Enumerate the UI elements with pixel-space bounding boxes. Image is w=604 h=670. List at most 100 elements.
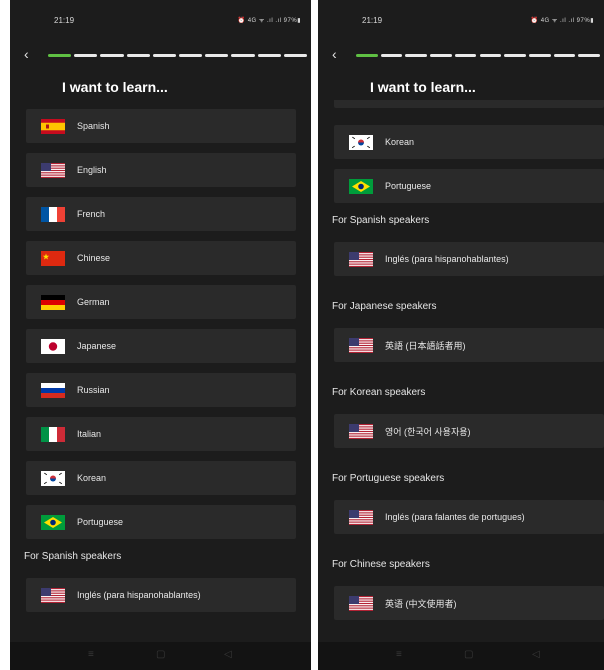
language-label: 英语 (中文使用者) — [385, 598, 457, 609]
usa-flag-icon — [349, 251, 373, 267]
section-header: For Chinese speakers — [332, 559, 430, 570]
status-icons: ⏰ 4G ᯤ .ıl .ıl 97%▮ — [530, 18, 594, 24]
language-option-france[interactable]: French — [26, 197, 296, 231]
language-label: Korean — [385, 137, 415, 147]
language-option-russia[interactable]: Russian — [26, 373, 296, 407]
status-time: 21:19 — [362, 16, 383, 25]
page-title: I want to learn... — [62, 79, 168, 95]
page-title: I want to learn... — [370, 79, 476, 95]
progress-segment — [74, 54, 98, 57]
usa-flag-icon — [349, 337, 373, 353]
section-header: For Spanish speakers — [24, 551, 122, 562]
language-option-usa[interactable]: Inglés (para hispanohablantes) — [334, 242, 604, 276]
progress-segment — [380, 54, 403, 57]
language-option-usa[interactable]: Inglés (para falantes de portugues) — [334, 500, 604, 534]
usa-flag-icon — [349, 509, 373, 525]
language-label: Inglés (para hispanohablantes) — [77, 590, 201, 600]
progress-segment — [479, 54, 502, 57]
progress-segment — [283, 54, 307, 57]
language-label: 英語 (日本語話者用) — [385, 340, 466, 351]
language-option-japan[interactable]: Japanese — [26, 329, 296, 363]
language-option-brazil[interactable]: Portuguese — [26, 505, 296, 539]
language-label: Portuguese — [77, 517, 124, 527]
progress-bar: ‹ — [318, 47, 604, 62]
progress-segment — [257, 54, 281, 57]
language-label: Italian — [77, 429, 102, 439]
back-nav-icon[interactable]: ◁ — [224, 649, 232, 660]
section-header: For Japanese speakers — [332, 301, 437, 312]
language-option-brazil[interactable]: Portuguese — [334, 169, 604, 203]
brazil-flag-icon — [349, 178, 373, 194]
language-label: Russian — [77, 385, 110, 395]
language-option-usa[interactable]: 영어 (한국어 사용자용) — [334, 414, 604, 448]
language-option-usa[interactable]: 英语 (中文使用者) — [334, 586, 604, 620]
system-nav-bar: ≡ ▢ ◁ — [10, 642, 311, 670]
back-arrow-icon[interactable]: ‹ — [332, 47, 337, 61]
language-option-spain[interactable]: Spanish — [26, 109, 296, 143]
language-label: 영어 (한국어 사용자용) — [385, 426, 471, 437]
language-label: English — [77, 165, 107, 175]
language-label: German — [77, 297, 110, 307]
language-option-korea[interactable]: Korean — [26, 461, 296, 495]
home-nav-icon[interactable]: ▢ — [464, 649, 473, 660]
italy-flag-icon — [41, 426, 65, 442]
france-flag-icon — [41, 206, 65, 222]
language-option-china[interactable]: Chinese — [26, 241, 296, 275]
usa-flag-icon — [349, 595, 373, 611]
language-option-usa[interactable]: 英語 (日本語話者用) — [334, 328, 604, 362]
progress-segment — [179, 54, 203, 57]
progress-segment — [504, 54, 526, 57]
progress-segment — [553, 54, 576, 57]
language-label: Portuguese — [385, 181, 432, 191]
progress-segment — [205, 54, 229, 57]
section-header: For Korean speakers — [332, 387, 426, 398]
menu-nav-icon[interactable]: ≡ — [396, 649, 402, 660]
language-option-italy[interactable]: Italian — [26, 417, 296, 451]
language-list[interactable]: Korean Portuguese For Spanish speakers Ingl… — [318, 100, 604, 642]
brazil-flag-icon — [41, 514, 65, 530]
phone-screen-left: 21:19 ⏰ 4G ᯤ .ıl .ıl 97%▮ ‹ I want to le… — [10, 0, 311, 670]
progress-segment — [430, 54, 452, 57]
usa-flag-icon — [41, 587, 65, 603]
phone-screen-right: 21:19 ⏰ 4G ᯤ .ıl .ıl 97%▮ ‹ I want to le… — [318, 0, 604, 670]
home-nav-icon[interactable]: ▢ — [156, 649, 165, 660]
status-icons: ⏰ 4G ᯤ .ıl .ıl 97%▮ — [237, 18, 301, 24]
language-option-partial[interactable] — [334, 100, 604, 108]
germany-flag-icon — [41, 294, 65, 310]
system-nav-bar: ≡ ▢ ◁ — [318, 642, 604, 670]
progress-segment — [126, 54, 150, 57]
progress-bar: ‹ — [10, 47, 311, 62]
progress-segment — [231, 54, 255, 57]
usa-flag-icon — [41, 162, 65, 178]
back-arrow-icon[interactable]: ‹ — [24, 47, 29, 61]
section-header: For Portuguese speakers — [332, 473, 445, 484]
progress-segment — [528, 54, 551, 57]
progress-segment — [356, 54, 378, 57]
usa-flag-icon — [349, 423, 373, 439]
section-header: For Spanish speakers — [332, 215, 430, 226]
language-label: Japanese — [77, 341, 117, 351]
japan-flag-icon — [41, 338, 65, 354]
language-option-usa[interactable]: English — [26, 153, 296, 187]
progress-segment — [48, 54, 72, 57]
status-time: 21:19 — [54, 16, 75, 25]
progress-segment — [100, 54, 124, 57]
menu-nav-icon[interactable]: ≡ — [88, 649, 94, 660]
status-bar: 21:19 ⏰ 4G ᯤ .ıl .ıl 97%▮ — [318, 0, 604, 38]
language-option-germany[interactable]: German — [26, 285, 296, 319]
status-bar: 21:19 ⏰ 4G ᯤ .ıl .ıl 97%▮ — [10, 0, 311, 38]
language-label: French — [77, 209, 106, 219]
language-label: Inglés (para hispanohablantes) — [385, 254, 509, 264]
language-option-usa[interactable]: Inglés (para hispanohablantes) — [26, 578, 296, 612]
language-label: Inglés (para falantes de portugues) — [385, 512, 525, 522]
russia-flag-icon — [41, 382, 65, 398]
korea-flag-icon — [349, 134, 373, 150]
korea-flag-icon — [41, 470, 65, 486]
progress-segment — [152, 54, 176, 57]
spain-flag-icon — [41, 118, 65, 134]
language-option-korea[interactable]: Korean — [334, 125, 604, 159]
language-label: Spanish — [77, 121, 110, 131]
progress-segment — [454, 54, 477, 57]
back-nav-icon[interactable]: ◁ — [532, 649, 540, 660]
language-list[interactable]: Spanish English French Chinese German Japanes… — [10, 100, 311, 642]
